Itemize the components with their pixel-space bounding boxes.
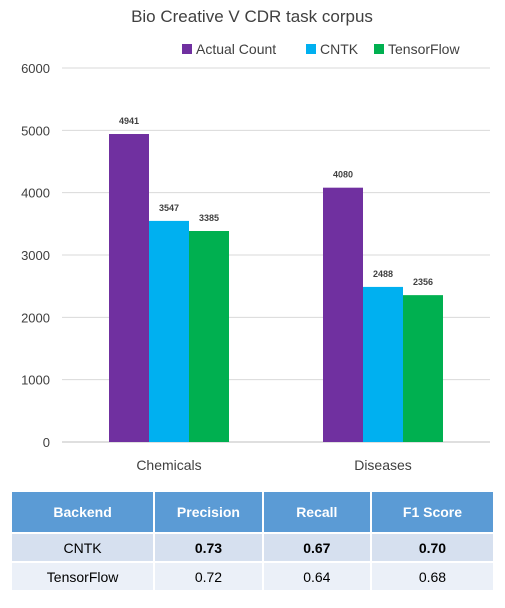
table-cell: CNTK [12, 534, 154, 561]
table-header-cell: F1 Score [371, 492, 493, 532]
y-tick-label: 4000 [21, 186, 50, 201]
y-tick-label: 3000 [21, 248, 50, 263]
data-label: 2488 [373, 269, 393, 279]
table-cell: 0.64 [263, 563, 370, 590]
table-cell: 0.70 [371, 534, 493, 561]
table-header-cell: Precision [155, 492, 262, 532]
legend-swatch [306, 44, 316, 54]
x-axis-categories: Chemicals Diseases [136, 457, 411, 473]
table-cell: 0.72 [155, 563, 262, 590]
data-label: 4941 [119, 116, 139, 126]
bars [109, 134, 443, 443]
bar [363, 286, 403, 442]
bar-chart: Bio Creative V CDR task corpus 0 1000 2000… [21, 7, 490, 473]
legend: Actual Count CNTK TensorFlow [182, 41, 460, 57]
bar [403, 295, 443, 442]
table-cell: 0.68 [371, 563, 493, 590]
table-header-row: Backend Precision Recall F1 Score [12, 492, 493, 532]
y-tick-label: 1000 [21, 373, 50, 388]
data-label: 3385 [199, 213, 219, 223]
data-label: 2356 [413, 277, 433, 287]
table-header-cell: Recall [263, 492, 370, 532]
metrics-table: Backend Precision Recall F1 Score CNTK 0.73 0… [10, 490, 495, 592]
x-category-label: Diseases [354, 457, 412, 473]
y-tick-label: 0 [43, 435, 50, 450]
legend-swatch [374, 44, 384, 54]
table-row: TensorFlow 0.72 0.64 0.68 [12, 563, 493, 590]
x-category-label: Chemicals [136, 457, 201, 473]
data-label: 4080 [333, 170, 353, 180]
table-cell: 0.73 [155, 534, 262, 561]
legend-label: TensorFlow [388, 41, 460, 57]
table-body: CNTK 0.73 0.67 0.70 TensorFlow 0.72 0.64 0.68 [12, 534, 493, 590]
legend-label: CNTK [320, 41, 359, 57]
legend-swatch [182, 44, 192, 54]
data-label: 3547 [159, 203, 179, 213]
y-tick-label: 5000 [21, 123, 50, 138]
y-tick-label: 6000 [21, 61, 50, 76]
table-cell: 0.67 [263, 534, 370, 561]
y-tick-label: 2000 [21, 310, 50, 325]
table-cell: TensorFlow [12, 563, 154, 590]
table-header-cell: Backend [12, 492, 154, 532]
bar [323, 187, 363, 442]
bar [149, 220, 189, 442]
bar [189, 231, 229, 442]
table-row: CNTK 0.73 0.67 0.70 [12, 534, 493, 561]
chart-title: Bio Creative V CDR task corpus [131, 7, 373, 26]
bar [109, 134, 149, 443]
legend-label: Actual Count [196, 41, 276, 57]
